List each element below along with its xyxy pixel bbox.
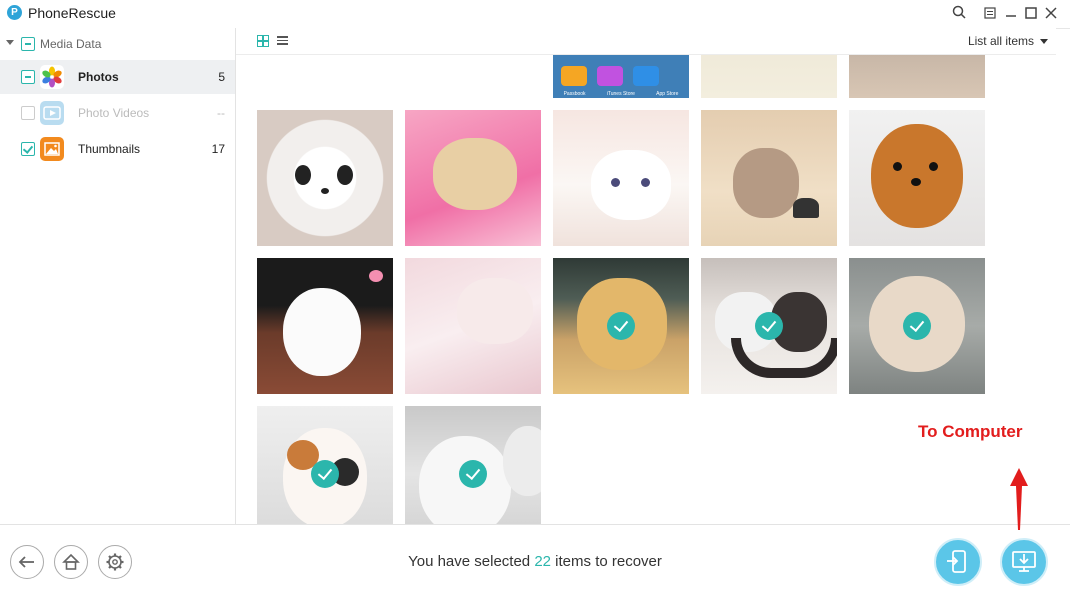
sidebar-item-label: Thumbnails	[78, 142, 141, 156]
filter-label: List all items	[967, 34, 1034, 48]
status-suffix: items to recover	[551, 553, 662, 570]
minimize-icon[interactable]	[1001, 4, 1021, 24]
annotation-arrow-icon	[1010, 468, 1028, 530]
app-label: Passbook	[563, 91, 586, 97]
thumbnail-white-kitten[interactable]	[553, 110, 689, 246]
sidebar-item-photos[interactable]: Photos 5	[0, 60, 235, 94]
chevron-down-icon	[1040, 39, 1048, 45]
to-device-icon	[947, 550, 966, 573]
title-bar: P PhoneRescue	[0, 0, 1070, 29]
status-prefix: You have selected	[408, 553, 535, 570]
app-logo-icon: P	[7, 5, 22, 20]
thumbnail-pink-kitten[interactable]	[405, 258, 541, 394]
thumbnail-pomeranian[interactable]	[849, 110, 985, 246]
selected-count: 22	[534, 553, 552, 570]
to-computer-icon	[1012, 551, 1036, 572]
to-computer-button[interactable]	[1000, 538, 1048, 586]
sidebar-item-count: --	[217, 106, 225, 120]
thumbnail-partial-blanket[interactable]	[701, 55, 837, 98]
search-icon[interactable]	[949, 4, 969, 24]
to-computer-annotation: To Computer	[918, 422, 1023, 441]
thumbnails-checkbox[interactable]	[21, 142, 35, 156]
thumbnail-calico-kitten[interactable]	[257, 406, 393, 524]
photos-icon	[40, 65, 64, 89]
thumbnail-white-puppy[interactable]	[405, 406, 541, 524]
grid-view-icon[interactable]	[257, 35, 269, 47]
maximize-icon[interactable]	[1021, 4, 1041, 24]
media-data-group[interactable]: Media Data	[0, 28, 235, 58]
sidebar-item-photo-videos[interactable]: Photo Videos --	[0, 96, 235, 130]
sidebar-item-count: 5	[218, 70, 225, 84]
thumbnail-white-pomeranian[interactable]	[257, 258, 393, 394]
close-icon[interactable]	[1041, 4, 1061, 24]
sidebar-item-label: Photo Videos	[78, 106, 150, 120]
bottom-bar: You have selected 22 items to recover	[0, 524, 1070, 591]
thumbnail-sleeping-puppy[interactable]	[405, 110, 541, 246]
sidebar-item-label: Photos	[78, 70, 119, 84]
main-panel: List all items Passbook iTunes Store App…	[236, 28, 1056, 524]
selection-status: You have selected 22 items to recover	[0, 553, 1070, 570]
thumbnail-partial-appicons[interactable]: Passbook iTunes Store App Store	[553, 55, 689, 98]
app-label: App Store	[656, 91, 679, 97]
selected-check-icon	[607, 312, 635, 340]
sidebar-item-thumbnails[interactable]: Thumbnails 17	[0, 132, 235, 166]
thumbnail-two-cats[interactable]	[701, 258, 837, 394]
app-label: iTunes Store	[606, 91, 635, 97]
sidebar-item-count: 17	[211, 142, 225, 156]
thumbnail-grid: Passbook iTunes Store App Store	[236, 55, 1056, 524]
sidebar: Media Data Photos 5 Photo Videos -- Thum…	[0, 28, 236, 524]
view-toolbar: List all items	[236, 28, 1056, 55]
to-device-button[interactable]	[934, 538, 982, 586]
selected-check-icon	[755, 312, 783, 340]
selected-check-icon	[903, 312, 931, 340]
thumbnail-partial-pet[interactable]	[849, 55, 985, 98]
thumbnails-icon	[40, 137, 64, 161]
collapse-arrow-icon[interactable]	[6, 40, 14, 45]
menu-icon[interactable]	[980, 4, 1000, 24]
selected-check-icon	[311, 460, 339, 488]
app-title: PhoneRescue	[28, 5, 116, 21]
group-label: Media Data	[40, 37, 102, 51]
thumbnail-kitten-butterfly[interactable]	[701, 110, 837, 246]
photo-videos-icon	[40, 101, 64, 125]
thumbnail-panda-puppy[interactable]	[257, 110, 393, 246]
selected-check-icon	[459, 460, 487, 488]
photo-videos-checkbox[interactable]	[21, 106, 35, 120]
photos-checkbox[interactable]	[21, 70, 35, 84]
media-data-checkbox[interactable]	[21, 37, 35, 51]
thumbnail-golden-puppy[interactable]	[553, 258, 689, 394]
list-view-icon[interactable]	[277, 35, 288, 46]
list-filter-dropdown[interactable]: List all items	[968, 34, 1048, 48]
thumbnail-hamster[interactable]	[849, 258, 985, 394]
